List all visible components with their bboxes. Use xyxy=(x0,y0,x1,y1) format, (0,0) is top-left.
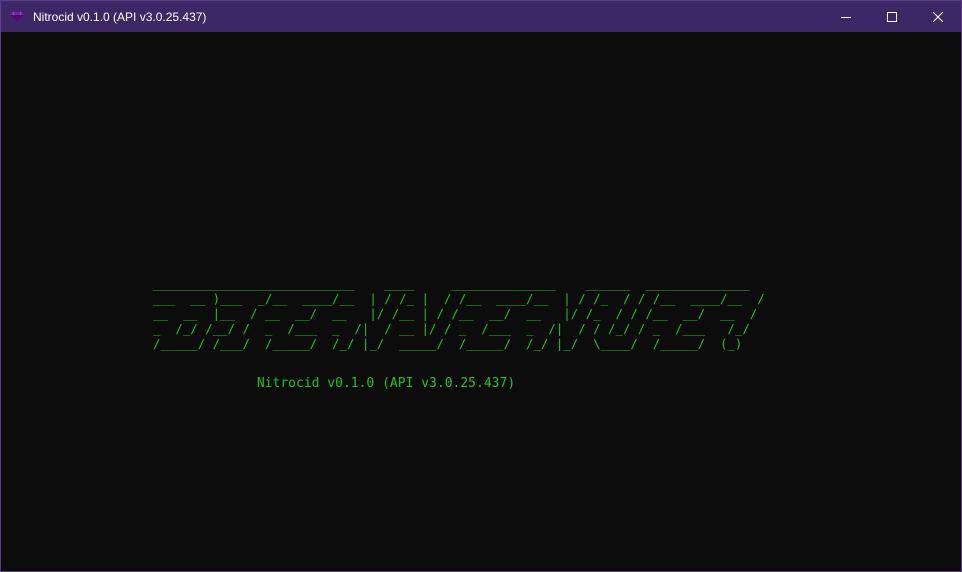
minimize-icon xyxy=(841,16,851,18)
maximize-button[interactable] xyxy=(869,1,915,32)
nitrocid-diamond-icon xyxy=(9,9,25,25)
banner-line: /_____/ /___/ /_____/ /_/ |_/ _____/ /__… xyxy=(153,336,765,351)
terminal-content[interactable]: ___________________________ ____ _______… xyxy=(1,32,961,571)
window-title: Nitrocid v0.1.0 (API v3.0.25.437) xyxy=(33,9,207,24)
window-controls xyxy=(823,1,961,32)
banner-line: _ /_/ /__/ / _ /___ _ /| / __ |/ / _ /__… xyxy=(153,321,765,336)
maximize-icon xyxy=(887,11,897,22)
terminal-window: Nitrocid v0.1.0 (API v3.0.25.437) ______… xyxy=(0,0,962,572)
version-text: Nitrocid v0.1.0 (API v3.0.25.437) xyxy=(256,376,516,391)
close-icon xyxy=(933,11,943,22)
close-button[interactable] xyxy=(915,1,961,32)
banner-line: ___ __ )___ _/__ ____/__ | / /_ | / /__ … xyxy=(153,291,765,306)
title-bar[interactable]: Nitrocid v0.1.0 (API v3.0.25.437) xyxy=(1,1,961,32)
minimize-button[interactable] xyxy=(823,1,869,32)
banner-line: __ __ |__ / __ __/ __ |/ /__ | / /__ __/… xyxy=(153,306,765,321)
ascii-banner: ___________________________ ____ _______… xyxy=(153,276,765,351)
banner-line: ___________________________ ____ _______… xyxy=(153,276,750,291)
